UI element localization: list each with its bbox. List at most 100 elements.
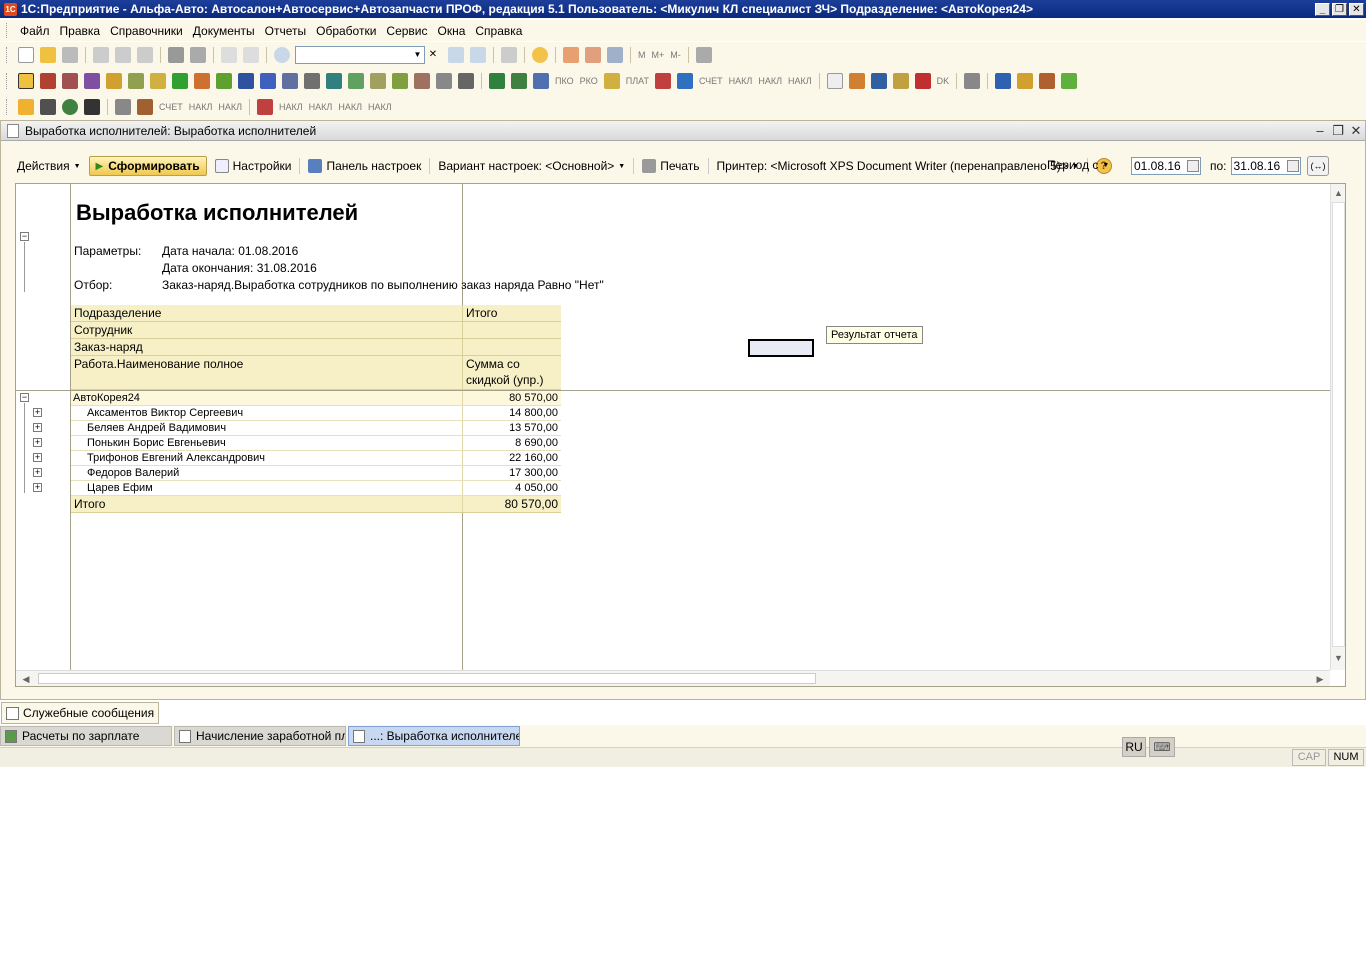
scroll-up-icon[interactable]: ▲ xyxy=(1331,185,1345,201)
period-from-input[interactable]: 01.08.16 xyxy=(1131,157,1201,175)
doc-rko-button[interactable]: РКО xyxy=(580,76,598,86)
settings-panel-button[interactable]: Панель настроек xyxy=(308,159,421,173)
collapse-group-toggle[interactable]: − xyxy=(20,393,29,402)
chart-icon[interactable] xyxy=(392,73,408,89)
open-book-icon[interactable] xyxy=(995,73,1012,89)
coins-stack-icon[interactable] xyxy=(603,73,620,89)
hammer-icon[interactable] xyxy=(414,73,430,89)
table-row[interactable]: Царев Ефим 4 050,00 xyxy=(71,481,561,496)
collapse-header-toggle[interactable]: − xyxy=(20,232,29,241)
address-book-icon[interactable] xyxy=(1017,73,1034,89)
menu-windows[interactable]: Окна xyxy=(433,24,471,38)
wrench-icon[interactable] xyxy=(115,99,131,115)
add-item-icon[interactable] xyxy=(348,73,364,89)
group-icon[interactable] xyxy=(260,73,276,89)
doc-schet-2-button[interactable]: НАКЛ xyxy=(279,102,303,112)
horizontal-scroll-thumb[interactable] xyxy=(38,673,816,684)
task-salary-accrual[interactable]: Начисление заработной пл... xyxy=(174,726,346,746)
period-select-button[interactable]: (↔) xyxy=(1307,156,1329,176)
selected-cell[interactable] xyxy=(748,339,814,357)
menu-reports[interactable]: Отчеты xyxy=(260,24,311,38)
total-row[interactable]: Итого 80 570,00 xyxy=(71,496,561,513)
order-icon[interactable] xyxy=(257,99,274,115)
doc-nakl-2-button[interactable]: НАКЛ xyxy=(758,76,782,86)
edit-icon[interactable] xyxy=(128,73,144,89)
shipment-icon[interactable] xyxy=(676,73,693,89)
copy-icon[interactable] xyxy=(115,47,131,63)
add-doc-icon[interactable] xyxy=(914,73,931,89)
period-to-input[interactable]: 31.08.16 xyxy=(1230,157,1301,175)
menu-processing[interactable]: Обработки xyxy=(311,24,381,38)
doc-nakl-8-button[interactable]: НАКЛ xyxy=(338,102,362,112)
calendar-icon[interactable] xyxy=(1286,160,1299,172)
expand-row-toggle[interactable]: + xyxy=(33,468,42,477)
undo-icon[interactable] xyxy=(221,47,237,63)
menu-grip[interactable] xyxy=(6,23,9,38)
task-salary-settlements[interactable]: Расчеты по зарплате xyxy=(0,726,172,746)
actions-menu[interactable]: Действия ▼ xyxy=(17,159,81,173)
doc-minimize-button[interactable]: – xyxy=(1311,123,1329,138)
scales-icon[interactable] xyxy=(848,73,865,89)
doc-nakl-9-button[interactable]: НАКЛ xyxy=(368,102,392,112)
doc-nakl-6-button[interactable]: НАКЛ xyxy=(218,102,242,112)
green-user-icon[interactable] xyxy=(1061,73,1078,89)
filter-icon[interactable] xyxy=(964,73,981,89)
search-icon[interactable] xyxy=(274,47,290,63)
minimize-button[interactable]: _ xyxy=(1315,2,1330,16)
warehouse-icon[interactable] xyxy=(62,73,78,89)
restore-button[interactable]: ❐ xyxy=(1332,2,1347,16)
monitor-icon[interactable] xyxy=(326,73,342,89)
doc-maximize-button[interactable]: ❐ xyxy=(1329,123,1347,139)
report-result[interactable]: − Выработка исполнителей Параметры: Дата… xyxy=(15,183,1346,687)
vertical-scrollbar[interactable]: ▲ ▼ xyxy=(1330,184,1345,670)
doc-schet-button[interactable]: СЧЕТ xyxy=(699,76,723,86)
doc-plat-button[interactable]: ПЛАТ xyxy=(626,76,649,86)
expand-row-toggle[interactable]: + xyxy=(33,483,42,492)
doc-pko-button[interactable]: ПКО xyxy=(555,76,574,86)
books-icon[interactable] xyxy=(489,73,505,89)
search-clear-icon[interactable]: ✕ xyxy=(427,47,439,63)
cut-icon[interactable] xyxy=(93,47,109,63)
stack-icon[interactable] xyxy=(892,73,909,89)
open-folder-icon[interactable] xyxy=(40,47,56,63)
book-icon[interactable] xyxy=(216,73,232,89)
expand-row-toggle[interactable]: + xyxy=(33,453,42,462)
contacts-icon[interactable] xyxy=(1039,73,1056,89)
calculator-icon[interactable] xyxy=(563,47,579,63)
table-row[interactable]: Понькин Борис Евгеньевич 8 690,00 xyxy=(71,436,561,451)
tools-cross-icon[interactable] xyxy=(137,99,153,115)
expand-row-toggle[interactable]: + xyxy=(33,423,42,432)
wheel-icon[interactable] xyxy=(62,99,78,115)
keyboard-icon[interactable]: ⌨ xyxy=(1149,737,1175,757)
paste-icon[interactable] xyxy=(137,47,153,63)
memory-m-button[interactable]: M xyxy=(638,50,646,60)
catalog-icon[interactable] xyxy=(18,73,34,89)
print-icon[interactable] xyxy=(168,47,184,63)
group-row[interactable]: АвтоКорея24 80 570,00 xyxy=(71,391,561,406)
menu-help[interactable]: Справка xyxy=(470,24,527,38)
memory-plus-button[interactable]: M+ xyxy=(652,50,665,60)
scroll-left-icon[interactable]: ◀ xyxy=(18,671,34,686)
save-icon[interactable] xyxy=(62,47,78,63)
doc-nakl-4-button[interactable]: СЧЕТ xyxy=(159,102,183,112)
doc-nakl-7-button[interactable]: НАКЛ xyxy=(309,102,333,112)
service-messages-tab[interactable]: Служебные сообщения xyxy=(1,702,160,724)
pin-icon[interactable] xyxy=(84,99,100,115)
calendar-icon[interactable] xyxy=(1187,160,1199,172)
scroll-down-icon[interactable]: ▼ xyxy=(1331,650,1345,666)
search-dropdown-icon[interactable]: ▼ xyxy=(411,47,424,63)
tools-icon[interactable] xyxy=(695,47,712,63)
auto-icon[interactable] xyxy=(40,99,56,115)
sort-icon[interactable] xyxy=(533,73,549,89)
document-icon[interactable] xyxy=(826,73,843,89)
info-icon[interactable] xyxy=(532,47,548,63)
find-next-icon[interactable] xyxy=(448,47,464,63)
table-row[interactable]: Аксаментов Виктор Сергеевич 14 800,00 xyxy=(71,406,561,421)
print-button[interactable]: Печать xyxy=(642,159,700,173)
person-icon[interactable] xyxy=(150,73,166,89)
table-row[interactable]: Трифонов Евгений Александрович 22 160,00 xyxy=(71,451,561,466)
folder-icon[interactable] xyxy=(194,73,210,89)
hierarchy-icon[interactable] xyxy=(282,73,298,89)
menu-file[interactable]: Файл xyxy=(15,24,55,38)
dollar-icon[interactable] xyxy=(172,73,188,89)
